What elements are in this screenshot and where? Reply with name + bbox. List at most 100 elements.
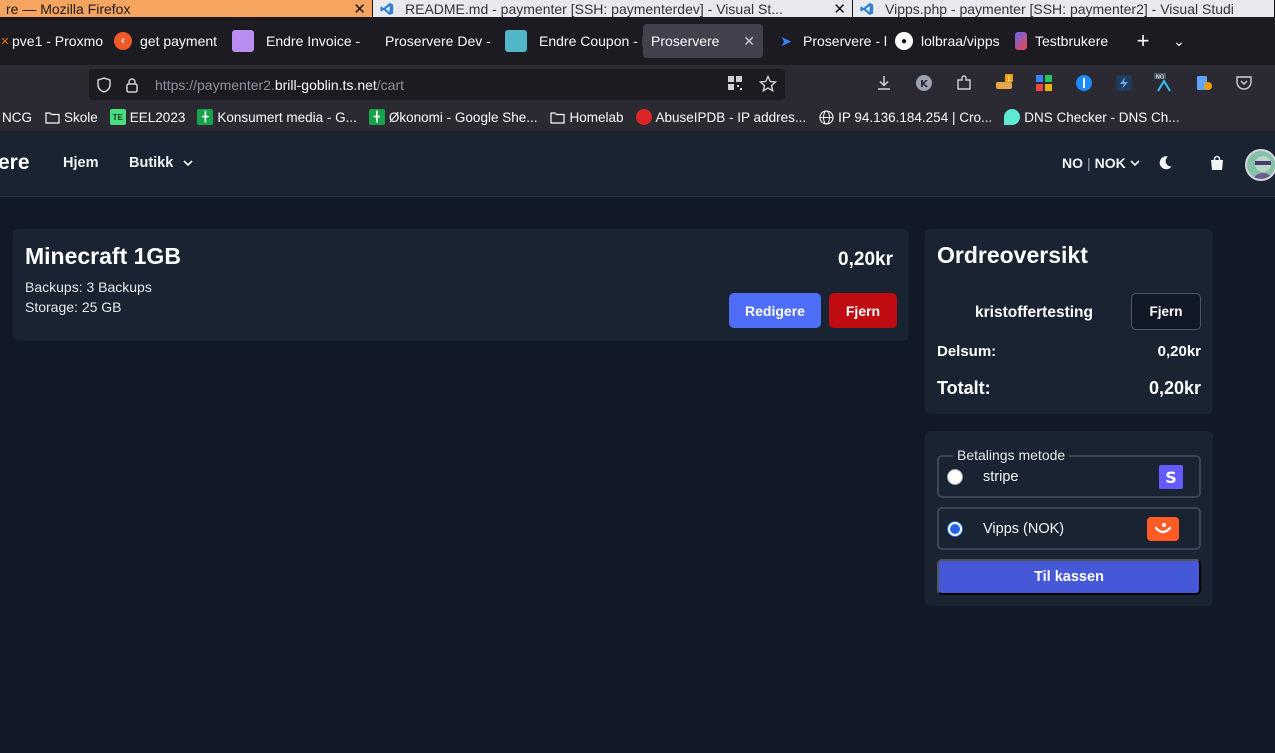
- chevron-down-icon: [1130, 160, 1140, 167]
- teal-square-icon: [505, 30, 527, 52]
- location-extension-icon[interactable]: [1194, 73, 1214, 93]
- payment-option-vipps[interactable]: Vipps (NOK): [937, 507, 1201, 550]
- pocket-icon[interactable]: [1234, 73, 1254, 93]
- payment-option-label: Vipps (NOK): [983, 520, 1065, 537]
- lock-icon[interactable]: [123, 76, 141, 94]
- chevron-down-icon[interactable]: ⌄: [1161, 33, 1197, 50]
- browser-tab-active[interactable]: Proservere ✕: [643, 24, 763, 58]
- os-window-vscode-2[interactable]: Vipps.php - paymenter [SSH: paymenter2] …: [853, 0, 1275, 17]
- star-icon[interactable]: [758, 74, 778, 96]
- bookmark-folder-homelab[interactable]: Homelab: [549, 109, 624, 125]
- tab-label: Endre Invoice - P: [266, 33, 361, 49]
- product-option: Storage: 25 GB: [25, 299, 122, 315]
- close-icon[interactable]: ✕: [353, 0, 366, 18]
- translate-extension-icon[interactable]: NO: [1154, 73, 1174, 93]
- site-brand[interactable]: ere: [0, 151, 30, 175]
- url-prefix: https://paymenter2.: [155, 76, 275, 93]
- puzzle-icon[interactable]: [954, 73, 974, 93]
- tab-label: Endre Coupon - P: [539, 33, 643, 49]
- sheets-icon: ╋: [197, 109, 214, 125]
- tab-label: lolbraa/vipps: [921, 33, 1000, 49]
- browser-tab[interactable]: ‹ get payment: [106, 24, 224, 58]
- grid-extension-icon[interactable]: [1034, 73, 1054, 93]
- payment-legend: Betalings metode: [953, 447, 1070, 463]
- folder-icon: [44, 109, 60, 125]
- checkout-button[interactable]: Til kassen: [937, 559, 1201, 595]
- bookmark-item[interactable]: TE EEL2023: [109, 109, 186, 125]
- close-icon[interactable]: ✕: [833, 0, 846, 18]
- qr-code-icon[interactable]: [727, 75, 743, 96]
- shield-icon[interactable]: [95, 76, 113, 94]
- url-actions: [727, 74, 778, 96]
- sheets-icon: ╋: [368, 109, 385, 125]
- bookmark-item[interactable]: NCG: [2, 110, 32, 125]
- toolbar-icons: K 1 NO: [874, 73, 1275, 93]
- nav-shop[interactable]: Butikk: [129, 155, 193, 171]
- order-summary-card: Ordreoversikt kristoffertesting Fjern De…: [925, 229, 1213, 414]
- moon-icon[interactable]: [1155, 153, 1175, 173]
- locale-selector[interactable]: NO | NOK: [1062, 155, 1140, 171]
- tab-label: Proservere - l: [803, 33, 887, 49]
- svg-text:NO: NO: [1156, 75, 1165, 81]
- vscode-icon: [860, 2, 874, 15]
- password-manager-icon[interactable]: [1074, 73, 1094, 93]
- vipps-logo-icon: [1147, 517, 1179, 546]
- url-path: /cart: [376, 76, 405, 93]
- download-icon[interactable]: [874, 73, 894, 93]
- te-icon: TE: [109, 109, 126, 125]
- subtotal-label: Delsum:: [937, 343, 997, 360]
- nav-home[interactable]: Hjem: [63, 155, 98, 171]
- locale-lang: NO: [1062, 155, 1083, 171]
- radio-vipps[interactable]: [947, 520, 963, 537]
- os-window-vscode-dev[interactable]: README.md - paymenter [SSH: paymenterdev…: [373, 0, 853, 17]
- dns-icon: [1004, 109, 1021, 125]
- browser-tab[interactable]: Testbrukere: [1007, 24, 1125, 58]
- folder-icon: [549, 109, 565, 125]
- tab-label: Testbrukere: [1035, 33, 1109, 49]
- bookmark-item[interactable]: ╋ Økonomi - Google She...: [368, 109, 537, 125]
- browser-tab[interactable]: ✕ pve1 - Proxmo: [0, 24, 106, 58]
- browser-tab-strip: ✕ pve1 - Proxmo ‹ get payment Endre Invo…: [0, 17, 1275, 65]
- subtotal-row: Delsum: 0,20kr: [937, 343, 1201, 360]
- os-window-title: re — Mozilla Firefox: [6, 0, 131, 17]
- browser-tab[interactable]: Endre Invoice - P: [224, 24, 361, 58]
- browser-tab[interactable]: ● lolbraa/vipps: [887, 24, 1007, 58]
- close-icon[interactable]: ✕: [743, 33, 755, 50]
- os-window-title: Vipps.php - paymenter [SSH: paymenter2] …: [885, 0, 1234, 17]
- bookmark-item[interactable]: IP 94.136.184.254 | Cro...: [818, 109, 992, 125]
- total-row: Totalt: 0,20kr: [937, 378, 1201, 399]
- bookmark-item[interactable]: ╋ Konsumert media - G...: [197, 109, 357, 125]
- radio-stripe[interactable]: [947, 468, 963, 485]
- bookmark-label: EEL2023: [129, 109, 186, 125]
- bookmark-item[interactable]: DNS Checker - DNS Ch...: [1004, 109, 1180, 125]
- bookmark-label: Skole: [64, 109, 98, 125]
- bolt-extension-icon[interactable]: [1114, 73, 1134, 93]
- globe-icon: [818, 109, 834, 125]
- browser-tab[interactable]: Proservere Dev -: [361, 24, 497, 58]
- browser-tab[interactable]: ➤ Proservere - l: [769, 24, 887, 58]
- edit-button[interactable]: Redigere: [729, 293, 821, 328]
- new-tab-button[interactable]: +: [1125, 28, 1161, 54]
- url-text[interactable]: https://paymenter2.brill-goblin.ts.net/c…: [155, 77, 404, 93]
- bird-icon: ➤: [780, 32, 792, 49]
- browser-tab[interactable]: Endre Coupon - P: [497, 24, 643, 58]
- os-window-firefox[interactable]: re — Mozilla Firefox ✕: [0, 0, 373, 17]
- shopping-bag-icon[interactable]: [1207, 153, 1227, 173]
- browser-nav-bar: https://paymenter2.brill-goblin.ts.net/c…: [0, 65, 1275, 103]
- subtotal-value: 0,20kr: [1157, 343, 1201, 360]
- product-option: Backups: 3 Backups: [25, 279, 152, 295]
- bookmark-folder-skole[interactable]: Skole: [44, 109, 98, 125]
- summary-title: Ordreoversikt: [937, 242, 1088, 268]
- abuseipdb-icon: [635, 109, 652, 125]
- purple-square-icon: [232, 30, 254, 52]
- remove-coupon-button[interactable]: Fjern: [1131, 293, 1201, 330]
- avatar[interactable]: [1245, 149, 1275, 181]
- bookmark-item[interactable]: AbuseIPDB - IP addres...: [635, 109, 806, 125]
- vscode-icon: [380, 2, 394, 15]
- url-bar[interactable]: https://paymenter2.brill-goblin.ts.net/c…: [89, 69, 785, 100]
- svg-text:1: 1: [1007, 75, 1011, 83]
- shoe-extension-icon[interactable]: 1: [994, 73, 1014, 93]
- remove-item-button[interactable]: Fjern: [829, 293, 897, 328]
- k-extension-icon[interactable]: K: [914, 73, 934, 93]
- locale-separator: |: [1087, 155, 1091, 171]
